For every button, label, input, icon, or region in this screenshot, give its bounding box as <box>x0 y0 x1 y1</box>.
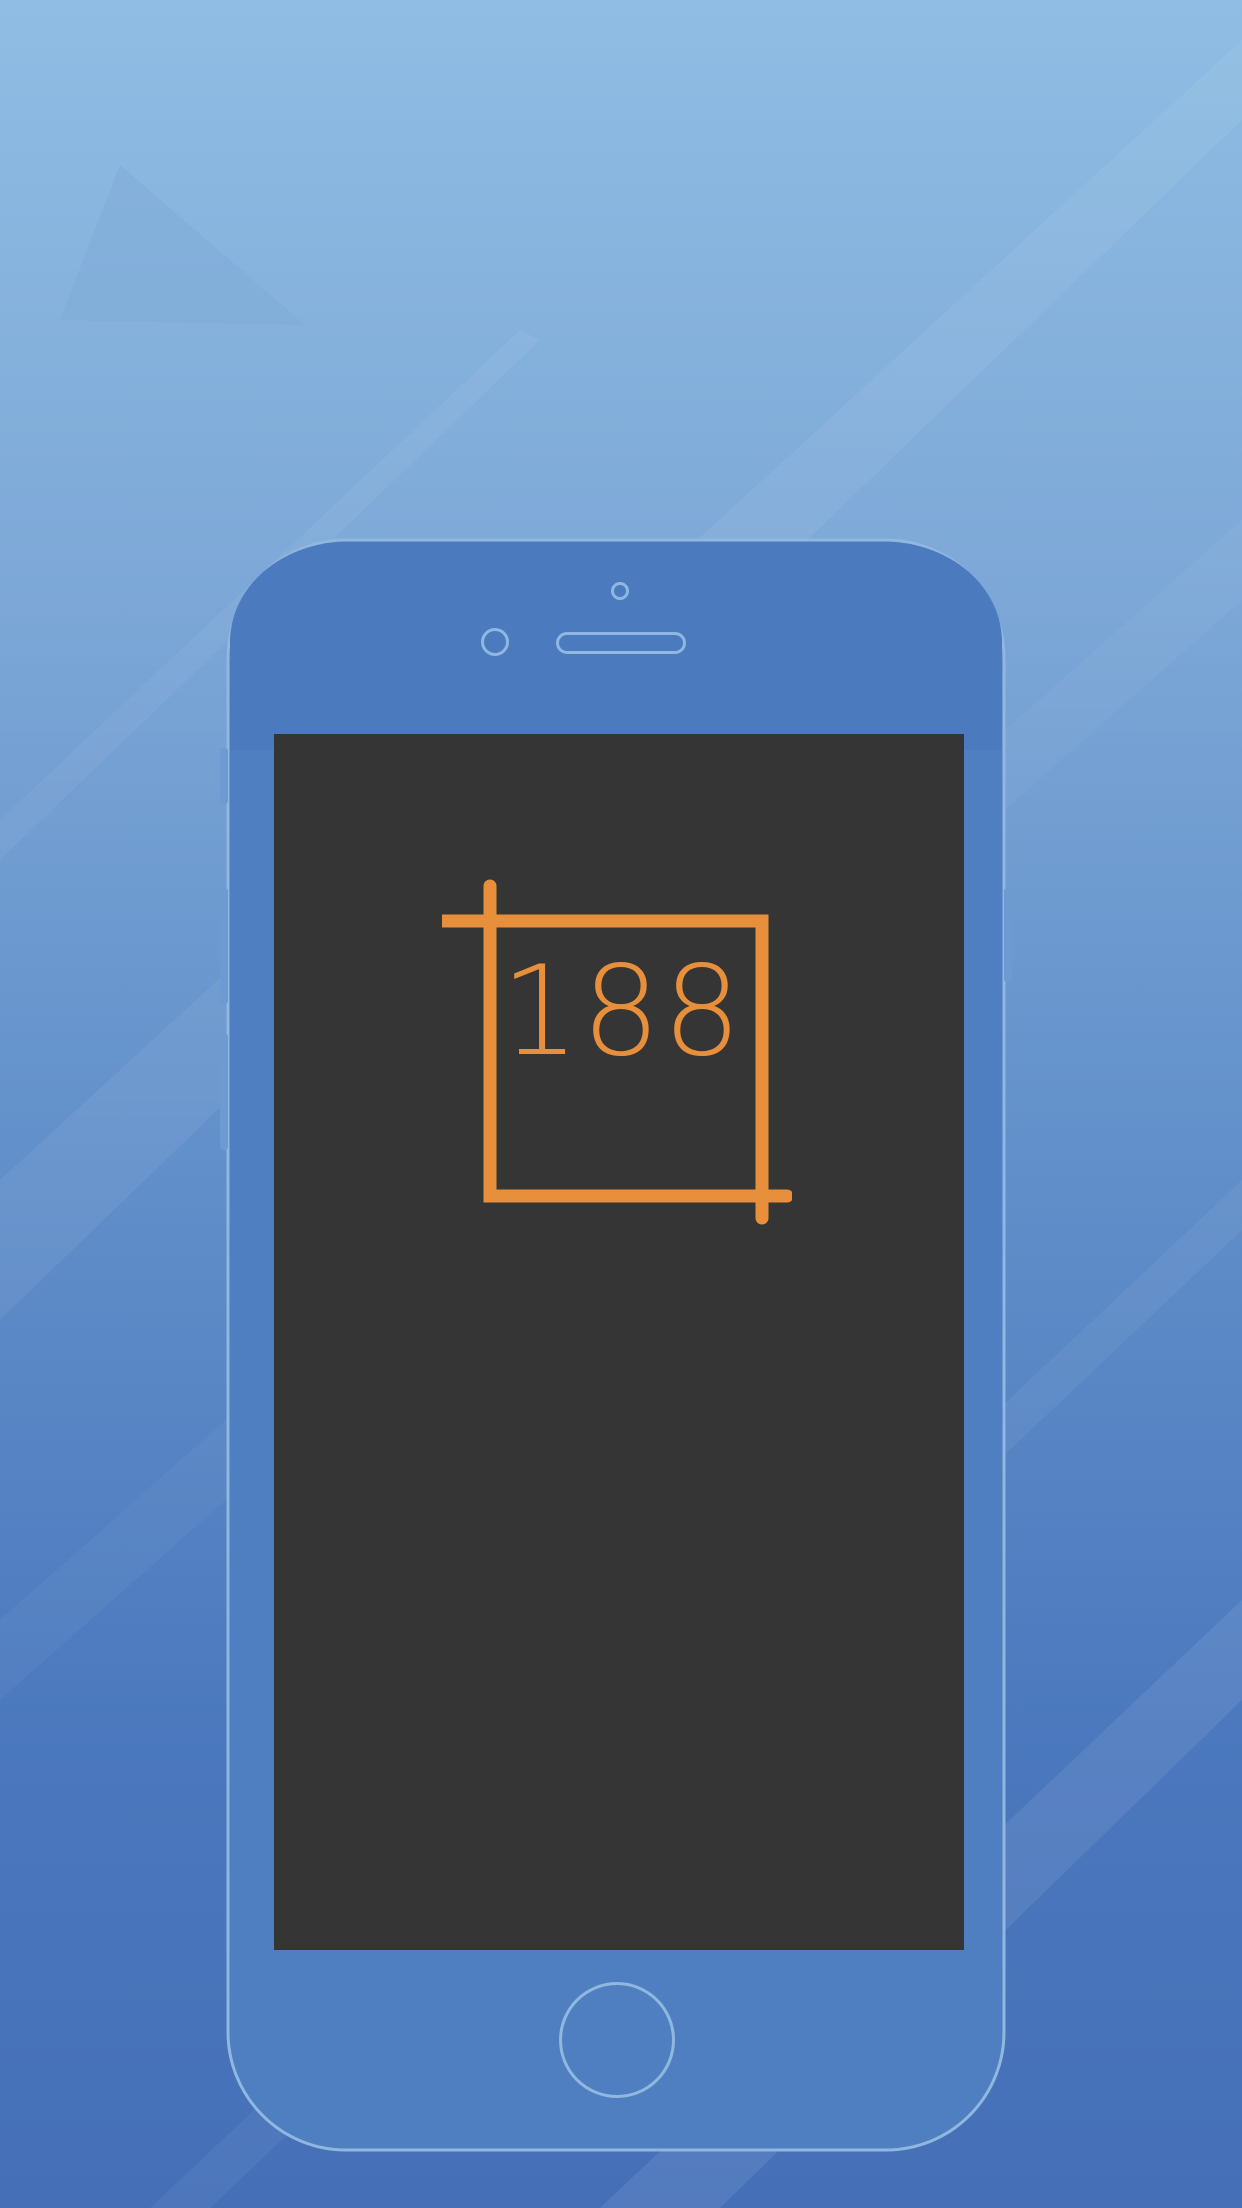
volume-down-button <box>220 1034 228 1150</box>
logo-number: 188 <box>500 940 744 1084</box>
phone-screen: 188 <box>274 734 964 1950</box>
app-logo: 188 <box>435 876 794 1226</box>
front-camera <box>481 628 509 656</box>
home-button[interactable] <box>559 1982 675 2098</box>
power-button <box>1004 888 1012 982</box>
proximity-sensor <box>611 582 629 600</box>
volume-up-button <box>220 888 228 1004</box>
silent-switch <box>220 748 228 804</box>
earpiece-speaker <box>556 632 686 654</box>
